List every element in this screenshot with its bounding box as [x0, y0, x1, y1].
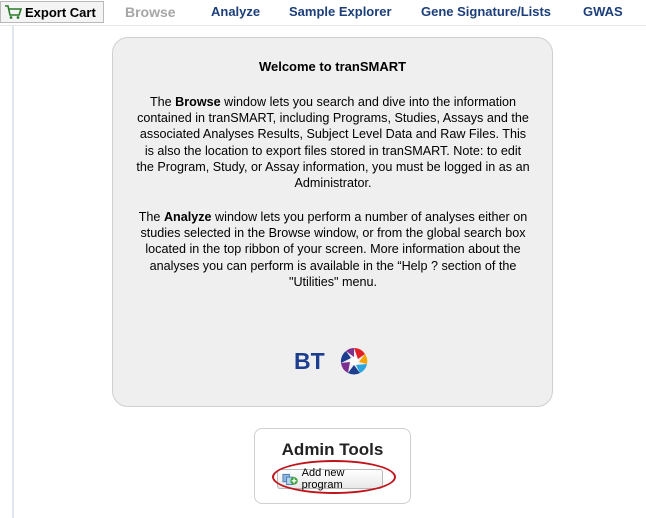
add-new-program-label: Add new program	[301, 467, 345, 491]
bt-logo-text: BT	[294, 348, 325, 374]
analyze-description-prefix: The	[138, 210, 164, 224]
browse-keyword: Browse	[175, 95, 221, 109]
analyze-description: The Analyze window lets you perform a nu…	[135, 209, 531, 290]
admin-tools-panel: Admin Tools Add new program	[254, 428, 411, 504]
browse-description-text: window lets you search and dive into the…	[136, 95, 530, 191]
top-navigation-bar: Export Cart Browse Analyze Sample Explor…	[0, 0, 646, 26]
tab-gwas[interactable]: GWAS	[583, 4, 623, 19]
analyze-keyword: Analyze	[163, 210, 212, 224]
export-cart-label: Export Cart	[25, 4, 96, 20]
tab-gene-signature-lists[interactable]: Gene Signature/Lists	[421, 4, 551, 19]
shopping-cart-icon	[5, 5, 22, 19]
browse-description-prefix: The	[149, 95, 176, 109]
tab-sample-explorer[interactable]: Sample Explorer	[289, 4, 392, 19]
tab-browse[interactable]: Browse	[125, 4, 176, 20]
add-new-program-button[interactable]: Add new program	[277, 467, 383, 491]
bt-logo: BT	[294, 341, 374, 386]
welcome-title: Welcome to tranSMART	[258, 59, 407, 74]
export-cart-button[interactable]: Export Cart	[0, 1, 104, 23]
left-panel-border	[12, 26, 14, 518]
admin-tools-title: Admin Tools	[281, 440, 384, 459]
welcome-panel: Welcome to tranSMART The Browse window l…	[112, 37, 553, 407]
browse-description: The Browse window lets you search and di…	[135, 94, 531, 191]
tab-analyze[interactable]: Analyze	[211, 4, 260, 19]
add-program-icon	[282, 473, 298, 486]
